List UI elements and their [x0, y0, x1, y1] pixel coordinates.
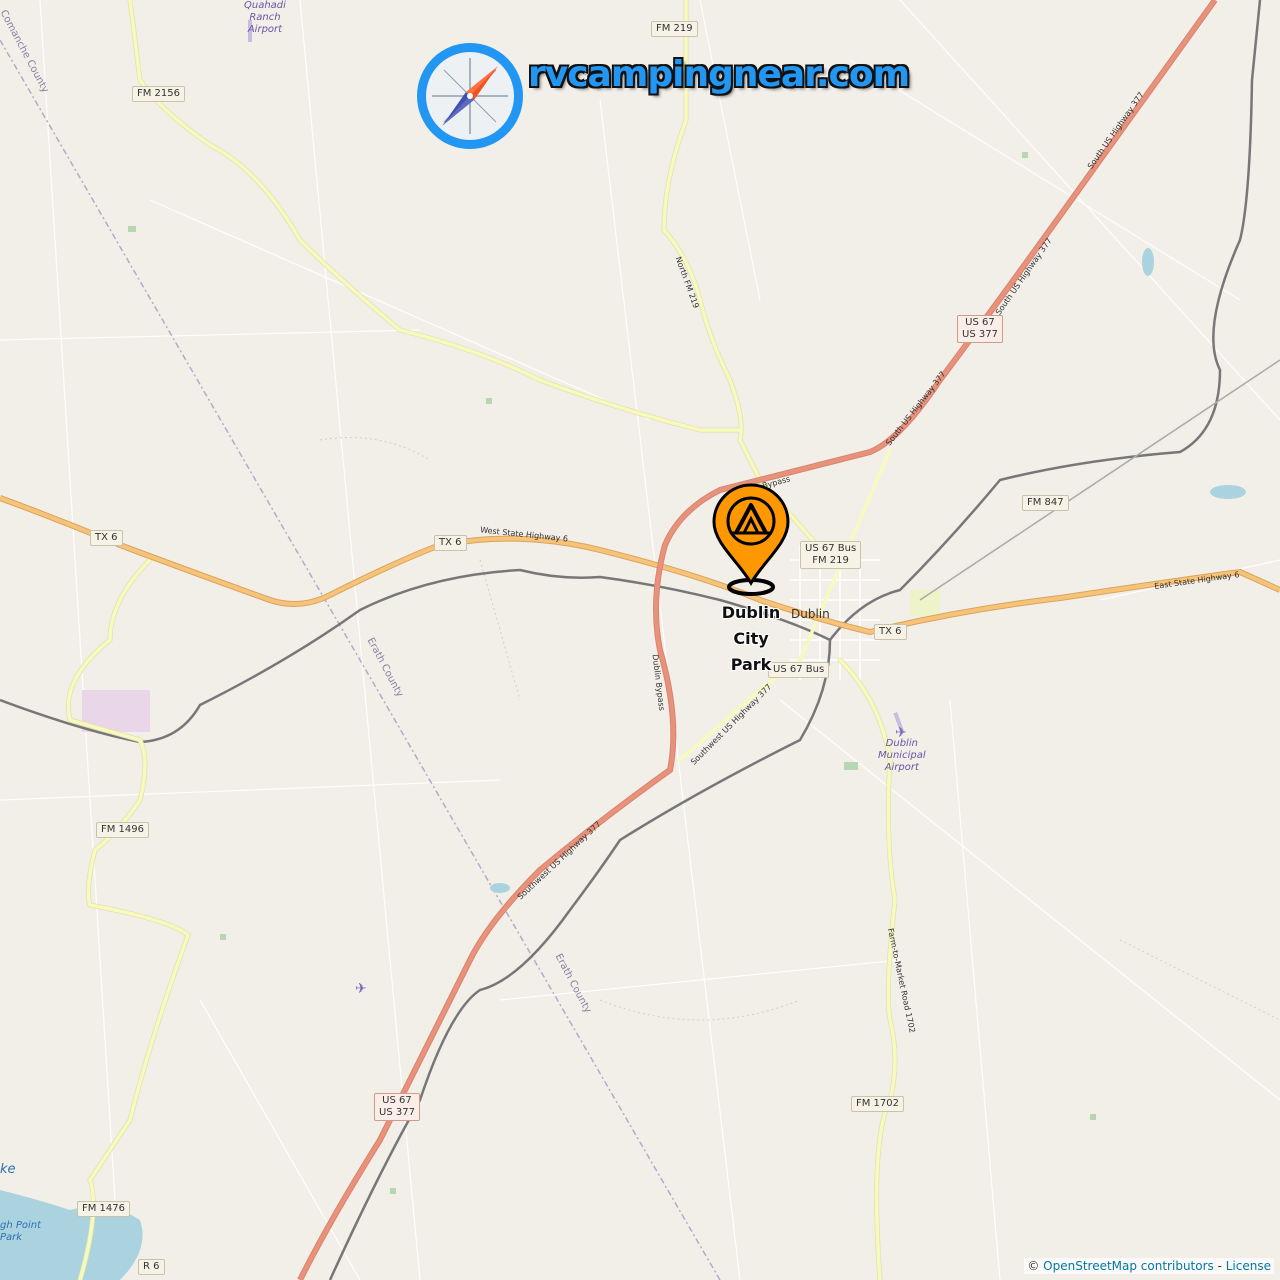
- route-shield-tx6: TX 6: [874, 624, 907, 640]
- landuse-park: [910, 590, 940, 616]
- green-spots: [128, 152, 1096, 1194]
- route-shield-fm1476: FM 1476: [77, 1201, 131, 1217]
- park-label: gh Point Park: [0, 1220, 42, 1243]
- railway-branch: [919, 359, 1280, 601]
- route-shield-fm1702: FM 1702: [851, 1096, 905, 1112]
- copyright-symbol: ©: [1027, 1259, 1044, 1273]
- route-shield-us67-us377: US 67 US 377: [957, 315, 1003, 343]
- route-shield-fm219: FM 219: [651, 21, 698, 37]
- tx6-casing: [0, 495, 1280, 636]
- compass-icon: [417, 43, 523, 149]
- route-shield-fm2156: FM 2156: [132, 86, 186, 102]
- map-attribution: © OpenStreetMap contributors - License: [1024, 1258, 1274, 1274]
- route-shield-fm1496: FM 1496: [96, 822, 150, 838]
- license-link[interactable]: License: [1226, 1259, 1271, 1273]
- water-bodies: [0, 248, 1246, 1280]
- lake-label: ke: [0, 1162, 16, 1177]
- tx6: [0, 496, 1280, 635]
- airport-label-quahadi: Quahadi Ranch Airport: [244, 0, 286, 35]
- route-shield-tx6: TX 6: [434, 535, 467, 551]
- osm-link[interactable]: OpenStreetMap contributors: [1043, 1259, 1214, 1273]
- attribution-separator: -: [1213, 1259, 1226, 1273]
- poi-label[interactable]: Dublin City Park: [716, 600, 786, 678]
- airstrip-icon: ✈: [355, 981, 367, 997]
- town-label: Dublin: [791, 607, 830, 621]
- railway: [0, 0, 1262, 744]
- route-shield-r6: R 6: [138, 1259, 165, 1275]
- route-shield-us67-us377: US 67 US 377: [374, 1093, 420, 1121]
- route-shield-fm847: FM 847: [1022, 495, 1069, 511]
- brand-wordmark[interactable]: rvcampingnear.com: [528, 54, 910, 95]
- minor-roads: [0, 0, 1280, 1280]
- map-canvas[interactable]: ✈ ✈ North FM 219 South US Highway 377 So…: [0, 0, 1280, 1280]
- basemap: ✈ ✈: [0, 0, 1280, 1280]
- route-shield-us67bus-fm219: US 67 Bus FM 219: [800, 541, 862, 569]
- route-shield-tx6: TX 6: [90, 530, 123, 546]
- airport-label-dublin: Dublin Municipal Airport: [878, 738, 926, 773]
- railway-south: [328, 639, 832, 1280]
- camping-tent-pin-icon[interactable]: [708, 483, 794, 601]
